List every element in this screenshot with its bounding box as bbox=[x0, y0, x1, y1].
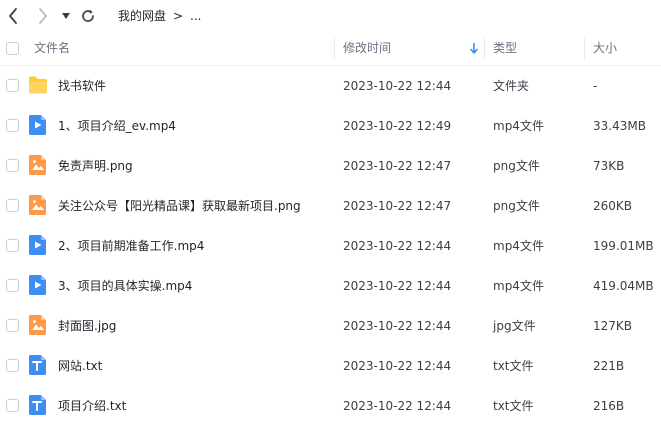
file-type: mp4文件 bbox=[493, 119, 544, 133]
file-type: png文件 bbox=[493, 199, 540, 213]
file-name[interactable]: 3、项目的具体实操.mp4 bbox=[58, 278, 192, 294]
file-list-header: 文件名 修改时间 类型 大小 bbox=[0, 32, 661, 66]
caret-down-icon bbox=[62, 13, 70, 19]
file-size: 221B bbox=[593, 359, 625, 373]
file-type: png文件 bbox=[493, 159, 540, 173]
forward-button[interactable] bbox=[34, 6, 52, 26]
file-name[interactable]: 封面图.jpg bbox=[58, 318, 116, 334]
row-checkbox[interactable] bbox=[6, 239, 19, 252]
file-size: 199.01MB bbox=[593, 239, 654, 253]
video-file-icon bbox=[29, 235, 46, 255]
sort-descending-icon[interactable] bbox=[470, 43, 478, 54]
navigation-bar: 我的网盘 > ... bbox=[0, 0, 661, 32]
file-row[interactable]: 项目介绍.txt 2023-10-22 12:44 txt文件 216B bbox=[0, 386, 661, 426]
file-modified-time: 2023-10-22 12:44 bbox=[343, 279, 452, 293]
column-modified-header[interactable]: 修改时间 bbox=[343, 32, 391, 65]
column-divider[interactable] bbox=[334, 38, 335, 59]
file-name[interactable]: 网站.txt bbox=[58, 358, 102, 374]
column-divider[interactable] bbox=[484, 38, 485, 59]
file-modified-time: 2023-10-22 12:47 bbox=[343, 199, 452, 213]
file-modified-time: 2023-10-22 12:47 bbox=[343, 159, 452, 173]
file-size: - bbox=[593, 79, 598, 93]
file-type: txt文件 bbox=[493, 359, 534, 373]
file-row[interactable]: 网站.txt 2023-10-22 12:44 txt文件 221B bbox=[0, 346, 661, 386]
row-checkbox[interactable] bbox=[6, 399, 19, 412]
file-name[interactable]: 项目介绍.txt bbox=[58, 398, 126, 414]
file-size: 33.43MB bbox=[593, 119, 646, 133]
file-name[interactable]: 2、项目前期准备工作.mp4 bbox=[58, 238, 204, 254]
row-checkbox[interactable] bbox=[6, 119, 19, 132]
file-row[interactable]: 2、项目前期准备工作.mp4 2023-10-22 12:44 mp4文件 19… bbox=[0, 226, 661, 266]
video-file-icon bbox=[29, 115, 46, 135]
row-checkbox[interactable] bbox=[6, 159, 19, 172]
file-modified-time: 2023-10-22 12:49 bbox=[343, 119, 452, 133]
file-name[interactable]: 找书软件 bbox=[58, 78, 106, 94]
column-type-header[interactable]: 类型 bbox=[493, 32, 517, 65]
file-modified-time: 2023-10-22 12:44 bbox=[343, 239, 452, 253]
file-size: 127KB bbox=[593, 319, 633, 333]
row-checkbox[interactable] bbox=[6, 359, 19, 372]
image-file-icon bbox=[29, 195, 46, 215]
file-name[interactable]: 1、项目介绍_ev.mp4 bbox=[58, 118, 176, 134]
refresh-icon bbox=[82, 9, 94, 22]
file-name[interactable]: 免责声明.png bbox=[58, 158, 133, 174]
video-file-icon bbox=[29, 275, 46, 295]
file-type: 文件夹 bbox=[493, 79, 530, 93]
chevron-right-icon bbox=[39, 8, 47, 24]
row-checkbox[interactable] bbox=[6, 79, 19, 92]
folder-icon bbox=[29, 76, 47, 94]
file-type: mp4文件 bbox=[493, 239, 544, 253]
row-checkbox[interactable] bbox=[6, 199, 19, 212]
text-file-icon bbox=[29, 355, 46, 375]
column-size-header[interactable]: 大小 bbox=[593, 32, 617, 65]
history-dropdown-button[interactable] bbox=[58, 6, 74, 26]
chevron-left-icon bbox=[9, 8, 17, 24]
file-name[interactable]: 关注公众号【阳光精品课】获取最新项目.png bbox=[58, 198, 301, 214]
row-checkbox[interactable] bbox=[6, 319, 19, 332]
column-name-header[interactable]: 文件名 bbox=[34, 32, 70, 65]
file-size: 260KB bbox=[593, 199, 633, 213]
file-type: mp4文件 bbox=[493, 279, 544, 293]
file-row[interactable]: 关注公众号【阳光精品课】获取最新项目.png 2023-10-22 12:47 … bbox=[0, 186, 661, 226]
file-row[interactable]: 免责声明.png 2023-10-22 12:47 png文件 73KB bbox=[0, 146, 661, 186]
image-file-icon bbox=[29, 315, 46, 335]
file-row[interactable]: 1、项目介绍_ev.mp4 2023-10-22 12:49 mp4文件 33.… bbox=[0, 106, 661, 146]
refresh-button[interactable] bbox=[78, 6, 98, 26]
file-type: txt文件 bbox=[493, 399, 534, 413]
image-file-icon bbox=[29, 155, 46, 175]
row-checkbox[interactable] bbox=[6, 279, 19, 292]
breadcrumb-separator: > bbox=[173, 9, 184, 23]
breadcrumb-root[interactable]: 我的网盘 bbox=[118, 8, 166, 24]
column-divider[interactable] bbox=[584, 38, 585, 59]
file-row[interactable]: 封面图.jpg 2023-10-22 12:44 jpg文件 127KB bbox=[0, 306, 661, 346]
file-size: 216B bbox=[593, 399, 625, 413]
select-all-checkbox[interactable] bbox=[6, 42, 19, 55]
file-modified-time: 2023-10-22 12:44 bbox=[343, 79, 452, 93]
file-modified-time: 2023-10-22 12:44 bbox=[343, 319, 452, 333]
file-modified-time: 2023-10-22 12:44 bbox=[343, 359, 452, 373]
file-size: 419.04MB bbox=[593, 279, 654, 293]
back-button[interactable] bbox=[4, 6, 22, 26]
file-type: jpg文件 bbox=[493, 319, 536, 333]
file-size: 73KB bbox=[593, 159, 625, 173]
text-file-icon bbox=[29, 395, 46, 415]
file-modified-time: 2023-10-22 12:44 bbox=[343, 399, 452, 413]
file-row[interactable]: 3、项目的具体实操.mp4 2023-10-22 12:44 mp4文件 419… bbox=[0, 266, 661, 306]
file-row[interactable]: 找书软件 2023-10-22 12:44 文件夹 - bbox=[0, 66, 661, 106]
breadcrumb-more[interactable]: ... bbox=[190, 8, 201, 24]
